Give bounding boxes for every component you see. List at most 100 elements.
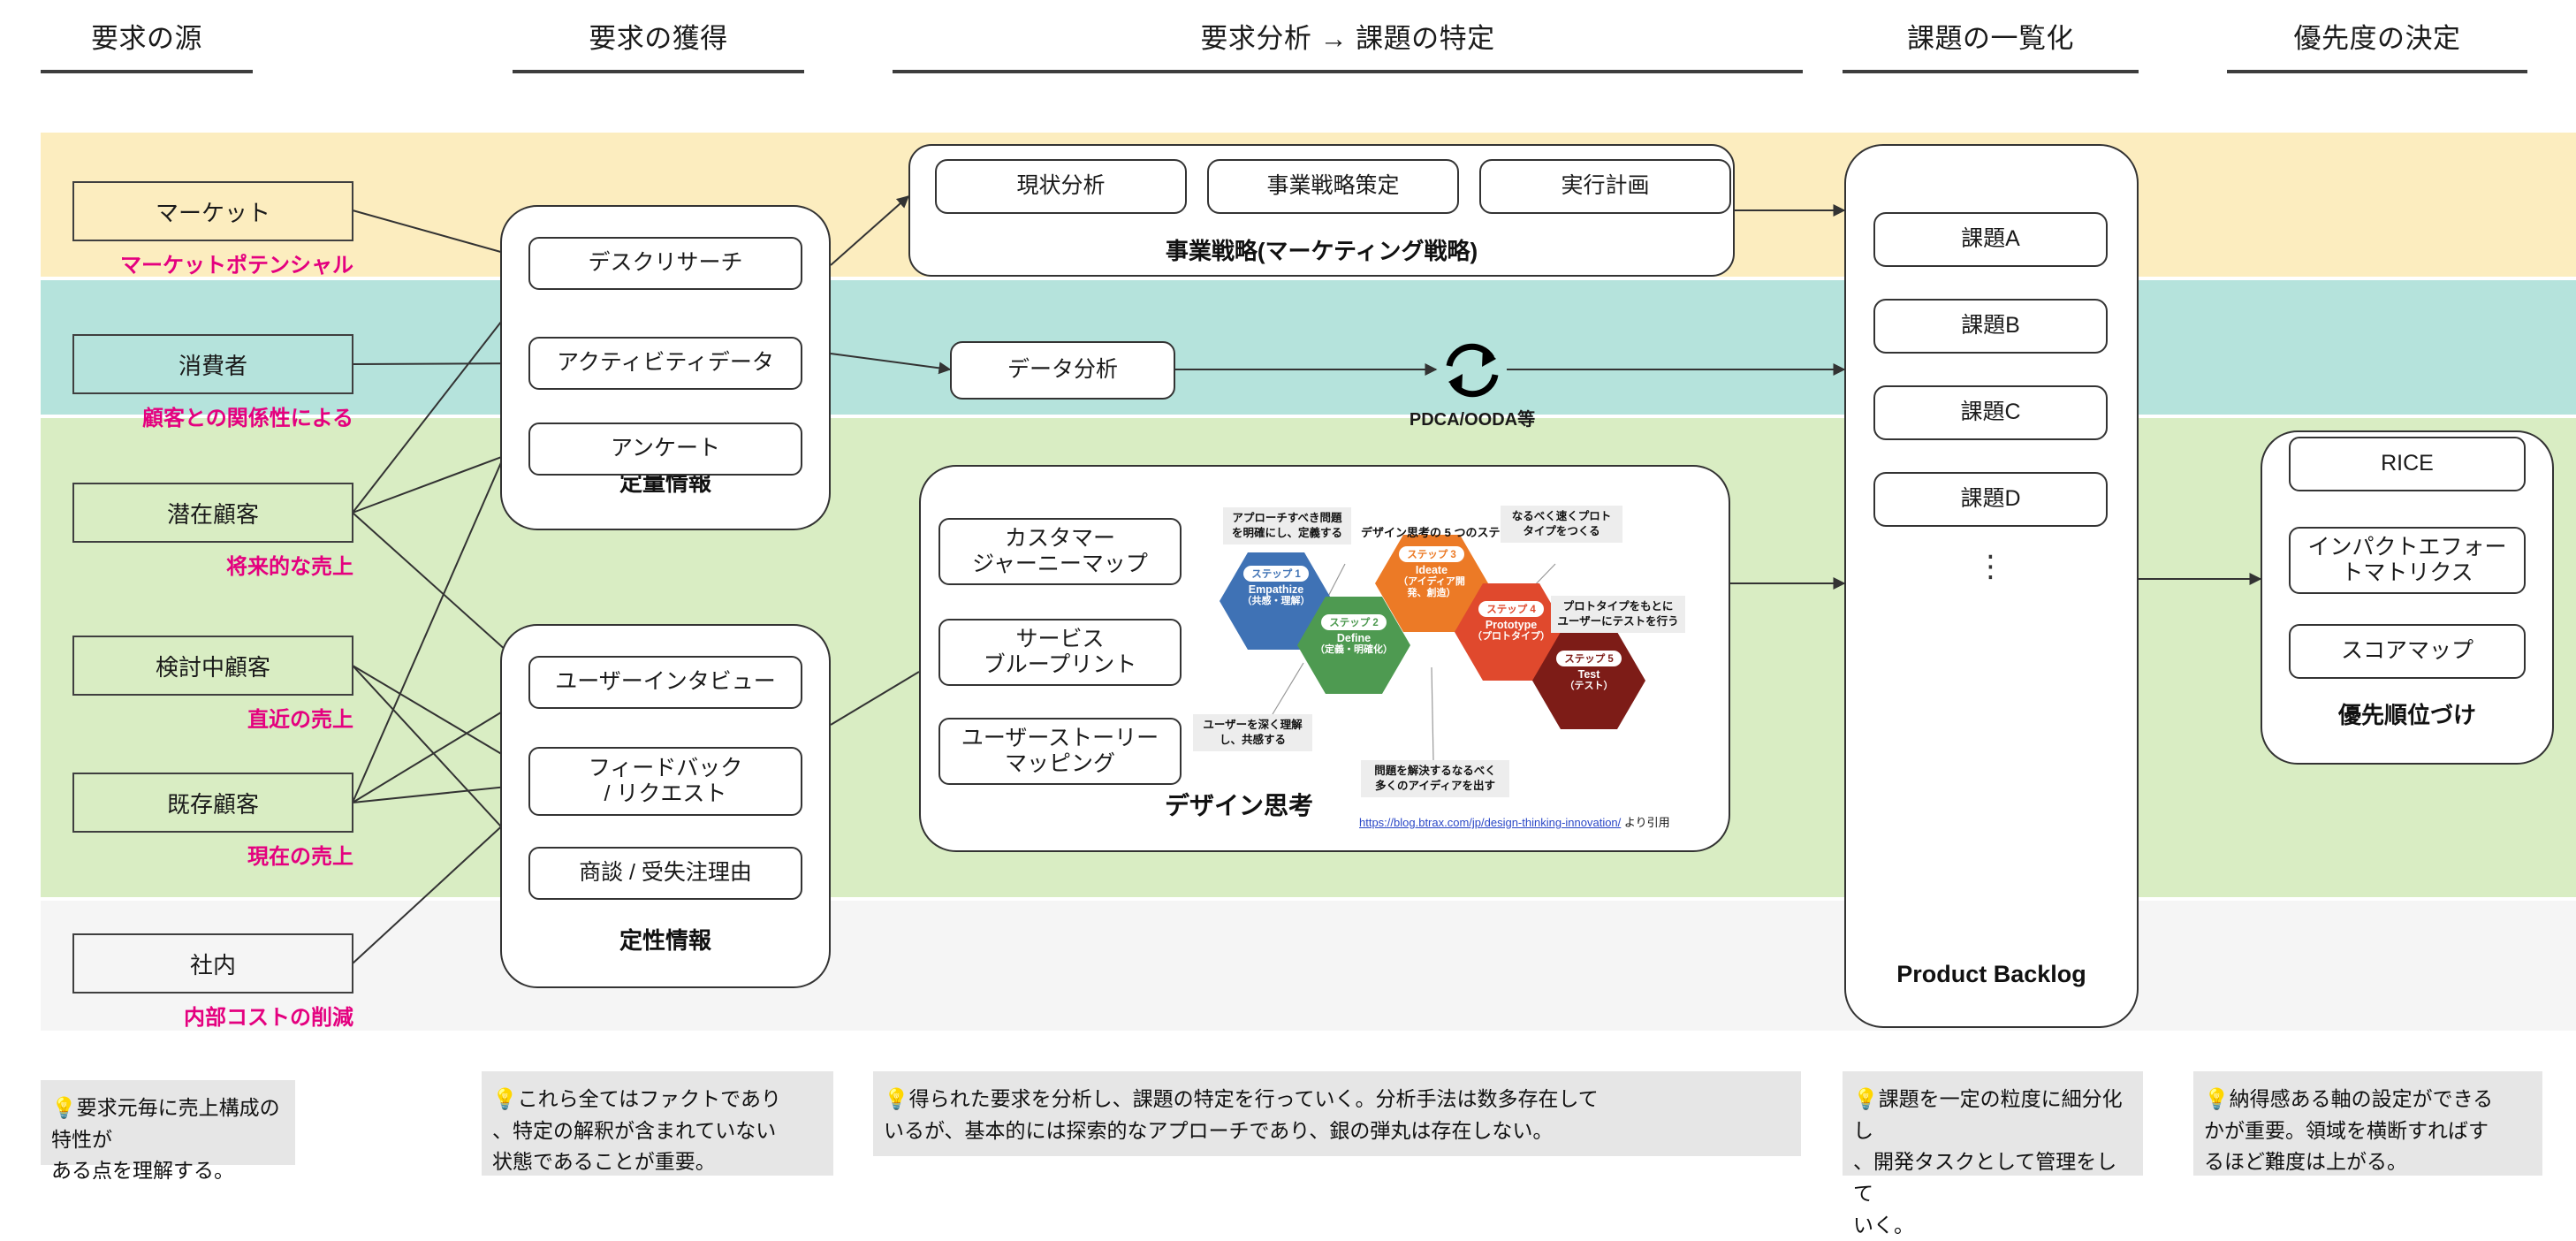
header-rule	[2227, 70, 2527, 73]
pill-feedback-request-label: フィードバック / リクエスト	[588, 755, 743, 807]
pill-customer-journey-map-label: カスタマー ジャーニーマップ	[972, 525, 1148, 577]
source-box-considering[interactable]: 検討中顧客	[72, 636, 353, 696]
pill-issue-a[interactable]: 課題A	[1873, 212, 2108, 267]
source-box-internal[interactable]: 社内	[72, 933, 353, 994]
source-caption-market: マーケットポテンシャル	[120, 254, 353, 278]
dt-credit[interactable]: https://blog.btrax.com/jp/design-thinkin…	[1359, 813, 1670, 830]
refresh-cycle-icon	[1437, 339, 1508, 402]
header-rule	[41, 70, 253, 73]
note-priority: 💡納得感ある軸の設定ができる かが重要。領域を横断すればす るほど難度は上がる。	[2193, 1071, 2542, 1176]
bulb-icon: 💡	[2204, 1087, 2230, 1110]
header-rule	[513, 70, 804, 73]
pill-strategy-formulation-label: 事業戦略策定	[1266, 173, 1400, 199]
source-box-existing-label: 既存顧客	[166, 790, 259, 818]
pill-score-map-label: スコアマップ	[2340, 638, 2473, 664]
pill-issue-c[interactable]: 課題C	[1873, 385, 2108, 440]
note-list-text: 課題を一定の粒度に細分化し 、開発タスクとして管理をして いく。	[1853, 1087, 2123, 1237]
pill-data-analysis[interactable]: データ分析	[950, 341, 1175, 400]
pill-survey-label: アンケート	[610, 436, 720, 461]
source-caption-internal: 内部コストの削減	[184, 1006, 353, 1030]
source-caption-consumer: 顧客との関係性による	[141, 407, 353, 430]
source-box-market-label: マーケット	[155, 199, 270, 226]
pill-issue-d-label: 課題D	[1960, 486, 2021, 512]
pill-issue-d[interactable]: 課題D	[1873, 472, 2108, 527]
pill-service-blueprint[interactable]: サービス ブループリント	[938, 619, 1182, 686]
source-box-consumer[interactable]: 消費者	[72, 334, 353, 394]
pill-execution-plan-label: 実行計画	[1561, 173, 1650, 199]
backlog-ellipsis: ⋮	[1975, 550, 2006, 583]
dt-credit-url[interactable]: https://blog.btrax.com/jp/design-thinkin…	[1359, 816, 1621, 829]
pill-user-story-mapping-label: ユーザーストーリー マッピング	[961, 725, 1159, 777]
pill-rice-label: RICE	[2381, 451, 2434, 476]
source-box-market[interactable]: マーケット	[72, 181, 353, 241]
source-box-prospect-label: 潜在顧客	[166, 500, 259, 528]
pill-impact-effort-matrix[interactable]: インパクトエフォー トマトリクス	[2289, 527, 2526, 594]
note-source: 💡要求元毎に売上構成の特性が ある点を理解する。	[41, 1080, 295, 1182]
pill-issue-a-label: 課題A	[1961, 226, 2020, 252]
pill-survey[interactable]: アンケート	[528, 423, 802, 476]
source-box-existing[interactable]: 既存顧客	[72, 773, 353, 833]
dt-callout-ideate: 問題を解決するなるべく 多くのアイディアを出す	[1361, 760, 1509, 797]
note-list: 💡課題を一定の粒度に細分化し 、開発タスクとして管理をして いく。	[1843, 1071, 2143, 1237]
bulb-icon: 💡	[884, 1087, 909, 1110]
source-box-consumer-label: 消費者	[178, 352, 247, 379]
pill-deal-winloss[interactable]: 商談 / 受失注理由	[528, 847, 802, 900]
bulb-icon: 💡	[1853, 1087, 1879, 1110]
pill-customer-journey-map[interactable]: カスタマー ジャーニーマップ	[938, 518, 1182, 585]
pill-data-analysis-label: データ分析	[1007, 357, 1118, 383]
source-box-prospect[interactable]: 潜在顧客	[72, 483, 353, 543]
pill-current-analysis[interactable]: 現状分析	[935, 159, 1187, 214]
band-consumer	[41, 280, 2576, 415]
column-header-analyze: 要求分析 → 課題の特定	[893, 16, 1803, 73]
pill-activity-data[interactable]: アクティビティデータ	[528, 337, 802, 390]
pill-score-map[interactable]: スコアマップ	[2289, 624, 2526, 679]
pill-service-blueprint-label: サービス ブループリント	[983, 626, 1137, 678]
note-priority-text: 納得感ある軸の設定ができる かが重要。領域を横断すればす るほど難度は上がる。	[2204, 1087, 2494, 1174]
note-analyze: 💡得られた要求を分析し、課題の特定を行っていく。分析手法は数多存在して いるが、…	[873, 1071, 1801, 1156]
column-header-source-label: 要求の源	[91, 23, 202, 54]
dt-callout-define: アプローチすべき問題 を明確にし、定義する	[1223, 507, 1351, 544]
note-acquire: 💡これら全てはファクトであり 、特定の解釈が含まれていない 状態であることが重要…	[482, 1071, 833, 1176]
source-box-considering-label: 検討中顧客	[155, 653, 270, 681]
pill-user-interview-label: ユーザーインタビュー	[555, 669, 776, 695]
pill-current-analysis-label: 現状分析	[1016, 173, 1106, 199]
dt-figure-heading: デザイン思考の 5 つのステップ	[1361, 526, 1524, 539]
column-header-acquire-label: 要求の獲得	[589, 23, 728, 54]
pill-deal-winloss-label: 商談 / 受失注理由	[579, 860, 752, 886]
column-header-list: 課題の一覧化	[1843, 16, 2139, 73]
pill-activity-data-label: アクティビティデータ	[557, 350, 774, 376]
source-box-internal-label: 社内	[189, 951, 236, 978]
pill-user-story-mapping[interactable]: ユーザーストーリー マッピング	[938, 718, 1182, 785]
source-caption-prospect: 将来的な売上	[226, 555, 353, 579]
source-caption-existing: 現在の売上	[247, 845, 353, 869]
pill-issue-b-label: 課題B	[1961, 313, 2020, 339]
note-acquire-text: これら全てはファクトであり 、特定の解釈が含まれていない 状態であることが重要。	[492, 1087, 781, 1174]
group-product-backlog-title: Product Backlog	[1896, 961, 2086, 987]
column-header-source: 要求の源	[41, 16, 253, 73]
pill-execution-plan[interactable]: 実行計画	[1479, 159, 1731, 214]
pill-rice[interactable]: RICE	[2289, 437, 2526, 491]
group-qualitative-title: 定性情報	[619, 927, 711, 954]
pill-issue-c-label: 課題C	[1960, 400, 2021, 425]
group-prioritize-title: 優先順位づけ	[2337, 702, 2476, 728]
column-header-acquire: 要求の獲得	[513, 16, 804, 73]
note-source-text: 要求元毎に売上構成の特性が ある点を理解する。	[51, 1096, 280, 1183]
dt-callout-test-users: プロトタイプをもとに ユーザーにテストを行う	[1551, 596, 1685, 633]
design-thinking-figure: ステップ 1 Empathize （共感・理解） ステップ 2 Define （…	[1193, 477, 1714, 840]
band-internal	[41, 901, 2576, 1031]
pill-desk-research-label: デスクリサーチ	[588, 250, 743, 276]
note-analyze-text: 得られた要求を分析し、課題の特定を行っていく。分析手法は数多存在して いるが、基…	[884, 1087, 1599, 1142]
pill-issue-b[interactable]: 課題B	[1873, 299, 2108, 354]
pill-desk-research[interactable]: デスクリサーチ	[528, 237, 802, 290]
column-header-priority: 優先度の決定	[2227, 16, 2527, 73]
bulb-icon: 💡	[51, 1096, 77, 1119]
dt-callout-prototype-fast: なるべく速くプロト タイプをつくる	[1501, 506, 1622, 543]
dt-callout-empathize: ユーザーを深く理解 し、共感する	[1193, 714, 1312, 751]
header-rule	[893, 70, 1803, 73]
pill-feedback-request[interactable]: フィードバック / リクエスト	[528, 747, 802, 816]
group-product-backlog: Product Backlog	[1844, 144, 2139, 1028]
pill-impact-effort-matrix-label: インパクトエフォー トマトリクス	[2307, 534, 2507, 586]
pdca-label: PDCA/OODA等	[1409, 410, 1536, 430]
pill-user-interview[interactable]: ユーザーインタビュー	[528, 656, 802, 709]
pill-strategy-formulation[interactable]: 事業戦略策定	[1207, 159, 1459, 214]
